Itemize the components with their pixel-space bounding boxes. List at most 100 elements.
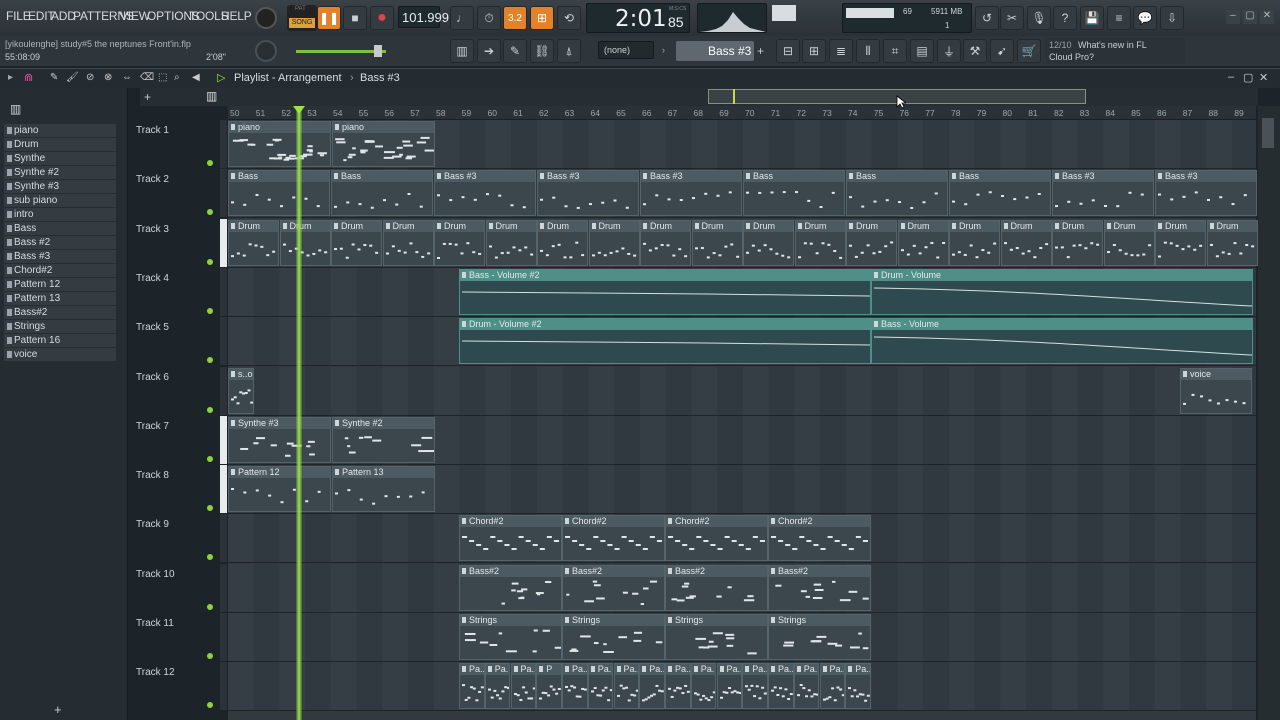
snap-dropdown[interactable]: (none) (598, 41, 654, 59)
delete-tool-icon[interactable]: ⊘ (86, 72, 94, 83)
pattern-clip[interactable]: Bass#2 (459, 564, 562, 611)
metronome-icon[interactable]: ♩ (450, 6, 474, 30)
playlist-grid[interactable]: piano piano Bass Bass Bass #3 Bass #3 Bass #3 B… (228, 120, 1258, 720)
pause-button[interactable]: ❚❚ (317, 6, 341, 30)
pattern-clip[interactable]: Bass #3 (640, 170, 742, 217)
add-channel-button[interactable]: + (54, 702, 62, 717)
news-panel[interactable]: 12/10 What's new in FL Cloud Pro? (1045, 38, 1185, 64)
channel-item[interactable]: Pattern 13 (4, 292, 116, 305)
track-mute-led[interactable] (207, 258, 213, 265)
pattern-clip[interactable]: Drum - Volume (871, 268, 1253, 315)
channel-item[interactable]: Synthe #2 (4, 166, 116, 179)
pattern-clip[interactable]: Drum (1052, 219, 1103, 266)
pattern-clip[interactable]: P (536, 663, 562, 710)
loop-record-icon[interactable]: ⟲ (557, 6, 581, 30)
track-mute-led[interactable] (207, 160, 213, 166)
help-icon[interactable]: ? (1053, 6, 1077, 30)
track-mute-led[interactable] (207, 307, 213, 314)
pattern-clip[interactable]: Pattern 13 (332, 466, 435, 513)
channel-item[interactable]: Bass #2 (4, 236, 116, 249)
pattern-clip[interactable]: voice (1180, 367, 1252, 414)
undo-icon[interactable]: ↺ (975, 6, 999, 30)
pattern-clip[interactable]: Pa... (845, 663, 871, 710)
track-mute-led[interactable] (207, 603, 213, 610)
pattern-clip[interactable]: Pa... (484, 663, 511, 710)
pattern-clip[interactable]: Synthe #3 (228, 416, 331, 463)
arrow-right-icon[interactable]: ➔ (477, 39, 501, 63)
pattern-clip[interactable]: Pa... (793, 663, 820, 710)
pattern-clip[interactable]: Chord#2 (665, 515, 768, 562)
master-pitch-slider[interactable] (296, 50, 386, 53)
pattern-clip[interactable]: Pa... (768, 663, 794, 710)
overview-strip[interactable] (228, 88, 1258, 106)
pattern-clip[interactable]: Drum (691, 219, 743, 266)
pattern-clip[interactable]: piano (332, 121, 435, 167)
mixer-sliders-icon[interactable]: ⫴ (856, 39, 880, 63)
pitch-knob[interactable] (255, 40, 277, 62)
document-icon[interactable]: ▤ (910, 39, 934, 63)
pattern-clip[interactable]: Bass #3 (1052, 170, 1154, 217)
pattern-clip[interactable]: Chord#2 (562, 515, 665, 562)
channel-rack-icon[interactable]: ⊞ (802, 39, 826, 63)
stop-button[interactable]: ■ (343, 6, 367, 30)
menu-help[interactable]: HELP (221, 9, 252, 23)
pattern-clip[interactable]: Bass (743, 170, 845, 217)
master-volume-knob[interactable] (255, 7, 277, 29)
pattern-clip[interactable]: Strings (562, 614, 665, 660)
scrollbar-thumb[interactable] (1262, 118, 1274, 148)
pattern-clip[interactable]: Pa... (690, 663, 717, 710)
stamp-icon[interactable]: ⍋ (557, 39, 581, 63)
chevron-right-icon[interactable]: › (662, 41, 674, 59)
pattern-clip[interactable]: Drum (537, 219, 588, 266)
pattern-clip[interactable]: Pa... (639, 663, 665, 710)
menu-file[interactable]: FILE (6, 9, 31, 23)
mute-tool-icon[interactable]: ⊗ (104, 72, 112, 83)
pattern-clip[interactable]: Pa... (716, 663, 742, 710)
pattern-clip[interactable]: Drum (794, 219, 846, 266)
plug-icon[interactable]: ⏚ (937, 39, 961, 63)
pattern-clip[interactable]: Drum (640, 219, 691, 266)
pattern-clip[interactable]: Bass (846, 170, 948, 217)
channel-item[interactable]: voice (4, 348, 116, 361)
chat-icon[interactable]: 💬 (1133, 6, 1157, 30)
pattern-clip[interactable]: Drum (485, 219, 537, 266)
pattern-clip[interactable]: Drum (382, 219, 434, 266)
tempo-display[interactable]: 101.999 (398, 6, 449, 28)
pattern-clip[interactable]: Bass#2 (562, 564, 665, 611)
pattern-clip[interactable]: Strings (768, 614, 871, 660)
plugin-icon[interactable]: ⌗ (883, 39, 907, 63)
pattern-clip[interactable]: Bass (331, 170, 433, 217)
channel-item[interactable]: Chord#2 (4, 264, 116, 277)
channel-item[interactable]: Strings (4, 320, 116, 333)
pattern-clip[interactable]: Drum - Volume #2 (459, 318, 871, 365)
pattern-clip[interactable]: Synthe #2 (332, 416, 435, 463)
playlist-minimize-icon[interactable]: – (1228, 71, 1234, 83)
pattern-clip[interactable]: Bass#2 (768, 564, 871, 611)
playlist-maximize-icon[interactable]: ▢ (1243, 71, 1253, 84)
pattern-clip[interactable]: Drum (434, 219, 485, 266)
channel-item[interactable]: Bass#2 (4, 306, 116, 319)
track-mute-led[interactable] (207, 653, 213, 659)
vertical-scrollbar[interactable] (1258, 106, 1280, 720)
pattern-clip[interactable]: Strings (459, 614, 562, 660)
pattern-clip[interactable]: s..o (228, 367, 254, 414)
pattern-clip[interactable]: Bass - Volume #2 (459, 268, 871, 315)
save-icon[interactable]: 💾 (1080, 6, 1104, 30)
track-lane[interactable] (228, 366, 1256, 416)
channel-item[interactable]: intro (4, 208, 116, 221)
wait-input-icon[interactable]: ⏱ (477, 6, 501, 30)
slip-tool-icon[interactable]: ⇔ (122, 72, 132, 83)
pattern-clip[interactable]: Bass#2 (665, 564, 768, 611)
mixer-icon[interactable]: ≡ (1107, 6, 1131, 30)
maximize-icon[interactable]: ▢ (1243, 10, 1257, 24)
pattern-clip[interactable]: Drum (1103, 219, 1155, 266)
minimize-icon[interactable]: – (1226, 10, 1240, 24)
link-icon[interactable]: ⛓ (530, 39, 554, 63)
pattern-clip[interactable]: Drum (279, 219, 331, 266)
pattern-clip[interactable]: Pa... (587, 663, 614, 710)
channel-item[interactable]: Bass #3 (4, 250, 116, 263)
menu-view[interactable]: VIEW (120, 9, 150, 23)
pattern-clip[interactable]: Chord#2 (459, 515, 562, 562)
pattern-clip[interactable]: Pa... (665, 663, 691, 710)
download-icon[interactable]: ⇩ (1160, 6, 1184, 30)
